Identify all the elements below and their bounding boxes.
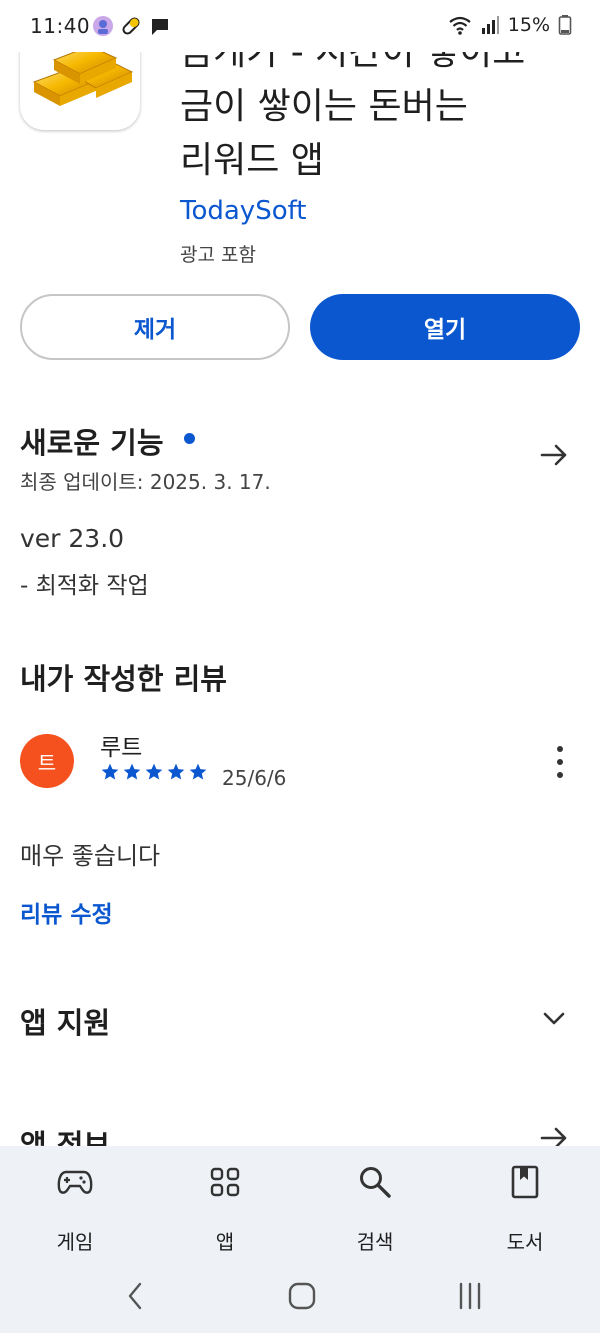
arrow-right-icon	[540, 444, 567, 466]
chevron-down-icon	[543, 1012, 565, 1025]
more-dot	[557, 746, 563, 752]
nav-search[interactable]: 검색	[300, 1146, 450, 1260]
more-options-button[interactable]	[548, 742, 572, 782]
nav-label: 앱	[215, 1230, 235, 1254]
avatar-letter: 트	[37, 750, 57, 775]
app-title-line: 리워드 앱	[180, 140, 324, 181]
last-updated-date: 최종 업데이트: 2025. 3. 17.	[20, 470, 271, 494]
review-date: 25/6/6	[222, 766, 287, 790]
review-text: 매우 좋습니다	[20, 842, 161, 870]
wifi-icon	[449, 16, 471, 35]
star-icon	[189, 763, 207, 780]
profile-notification-icon	[93, 16, 113, 36]
search-icon	[355, 1162, 395, 1202]
status-time: 11:40	[30, 14, 91, 38]
nav-label: 게임	[56, 1230, 94, 1254]
my-review-title: 내가 작성한 리뷰	[20, 662, 227, 696]
system-status-icons: 15%	[448, 14, 572, 36]
nav-apps[interactable]: 앱	[150, 1146, 300, 1260]
avatar: 트	[20, 734, 74, 788]
apps-grid-icon	[205, 1162, 245, 1202]
open-button[interactable]: 열기	[310, 294, 580, 360]
app-support-expand-button[interactable]	[536, 1000, 572, 1036]
nav-books[interactable]: 도서	[450, 1146, 600, 1260]
more-dot	[557, 759, 563, 765]
whats-new-arrow-button[interactable]	[536, 437, 572, 473]
book-icon	[505, 1162, 545, 1202]
nav-label: 도서	[506, 1230, 544, 1254]
recent-apps-icon	[459, 1282, 481, 1310]
signal-icon	[481, 16, 499, 34]
app-support-title[interactable]: 앱 지원	[20, 1000, 110, 1042]
chat-notification-icon	[152, 19, 168, 35]
whats-new-title[interactable]: 새로운 기능	[20, 420, 164, 462]
back-chevron-icon	[128, 1282, 142, 1310]
gamepad-icon	[55, 1162, 95, 1202]
app-title-line: 금이 쌓이는 돈버는	[180, 86, 468, 127]
system-navigation-bar	[0, 1260, 600, 1333]
uninstall-button[interactable]: 제거	[20, 294, 290, 360]
star-icon	[167, 763, 185, 780]
release-note: - 최적화 작업	[20, 573, 149, 599]
edit-review-link[interactable]: 리뷰 수정	[20, 895, 113, 929]
new-indicator-dot	[184, 433, 195, 444]
developer-link[interactable]: TodaySoft	[180, 196, 307, 226]
star-icon	[145, 763, 163, 780]
status-bar: 11:40 15%	[0, 0, 600, 52]
version-text: ver 23.0	[20, 524, 125, 553]
recent-apps-button[interactable]	[450, 1278, 490, 1314]
bottom-navigation: 게임 앱 검색 도서	[0, 1146, 600, 1260]
battery-percentage: 15%	[507, 14, 550, 36]
notification-icons	[92, 15, 172, 37]
star-rating	[100, 762, 208, 782]
star-icon	[123, 763, 141, 780]
reviewer-name: 루트	[100, 735, 143, 761]
home-button[interactable]	[282, 1278, 322, 1314]
back-button[interactable]	[115, 1278, 155, 1314]
contains-ads-label: 광고 포함	[180, 244, 256, 266]
star-icon	[101, 763, 119, 780]
home-icon	[288, 1282, 316, 1310]
nav-games[interactable]: 게임	[0, 1146, 150, 1260]
battery-icon	[558, 15, 572, 35]
more-dot	[557, 772, 563, 778]
pill-notification-icon	[122, 17, 140, 35]
nav-label: 검색	[356, 1230, 394, 1254]
